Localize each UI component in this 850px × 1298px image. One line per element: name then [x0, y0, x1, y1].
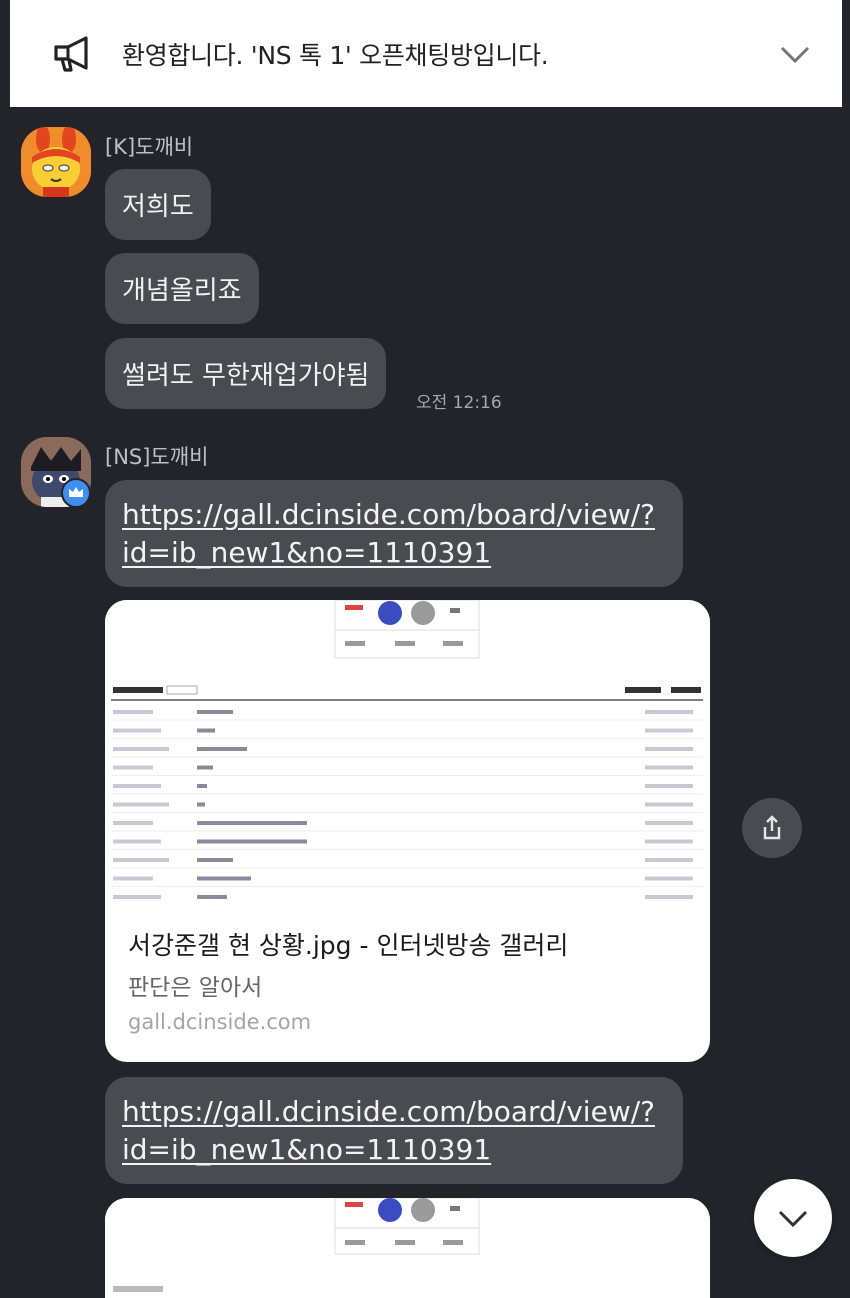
preview-thumbnail — [105, 600, 710, 902]
message-text: 개념올리죠 — [122, 276, 242, 306]
message-time: 오전 12:16 — [416, 393, 502, 413]
preview-thumbnail — [105, 1198, 710, 1298]
chevron-down-icon — [778, 1210, 808, 1228]
crown-badge-icon — [61, 478, 91, 508]
avatar[interactable] — [21, 127, 91, 197]
share-icon — [763, 815, 781, 840]
preview-title: 서강준갤 현 상황.jpg - 인터넷방송 갤러리 — [128, 931, 569, 960]
preview-domain: gall.dcinside.com — [128, 1010, 312, 1034]
scroll-to-bottom-button[interactable] — [754, 1179, 832, 1257]
message-text: 썰려도 무한재업가야됨 — [122, 361, 370, 391]
preview-description: 판단은 알아서 — [128, 975, 263, 1001]
link-text[interactable]: https://gall.dcinside.com/board/view/? — [122, 1095, 655, 1128]
character-avatar-icon — [21, 127, 91, 197]
sender-name: [NS]도깨비 — [105, 445, 209, 469]
link-text[interactable]: https://gall.dcinside.com/board/view/? — [122, 498, 655, 531]
message-bubble[interactable]: 썰려도 무한재업가야됨 — [105, 338, 387, 409]
link-message-bubble[interactable]: https://gall.dcinside.com/board/view/? i… — [105, 480, 683, 587]
link-preview-card[interactable]: 서강준갤 현 상황.jpg - 인터넷방송 갤러리 판단은 알아서 gall.d… — [105, 600, 710, 1062]
notice-bar[interactable]: 환영합니다. 'NS 톡 1' 오픈채팅방입니다. — [10, 0, 842, 107]
megaphone-icon — [54, 35, 88, 72]
link-text[interactable]: id=ib_new1&no=1110391 — [122, 1133, 491, 1166]
link-text[interactable]: id=ib_new1&no=1110391 — [122, 536, 491, 569]
message-bubble[interactable]: 개념올리죠 — [105, 253, 259, 324]
link-preview-card[interactable] — [105, 1198, 710, 1298]
message-text: 저희도 — [122, 192, 194, 222]
sender-name: [K]도깨비 — [105, 135, 194, 159]
notice-text: 환영합니다. 'NS 톡 1' 오픈채팅방입니다. — [122, 40, 549, 70]
chevron-down-icon[interactable] — [778, 37, 812, 71]
link-message-bubble[interactable]: https://gall.dcinside.com/board/view/? i… — [105, 1077, 683, 1184]
share-button[interactable] — [742, 798, 802, 858]
message-bubble[interactable]: 저희도 — [105, 169, 211, 240]
